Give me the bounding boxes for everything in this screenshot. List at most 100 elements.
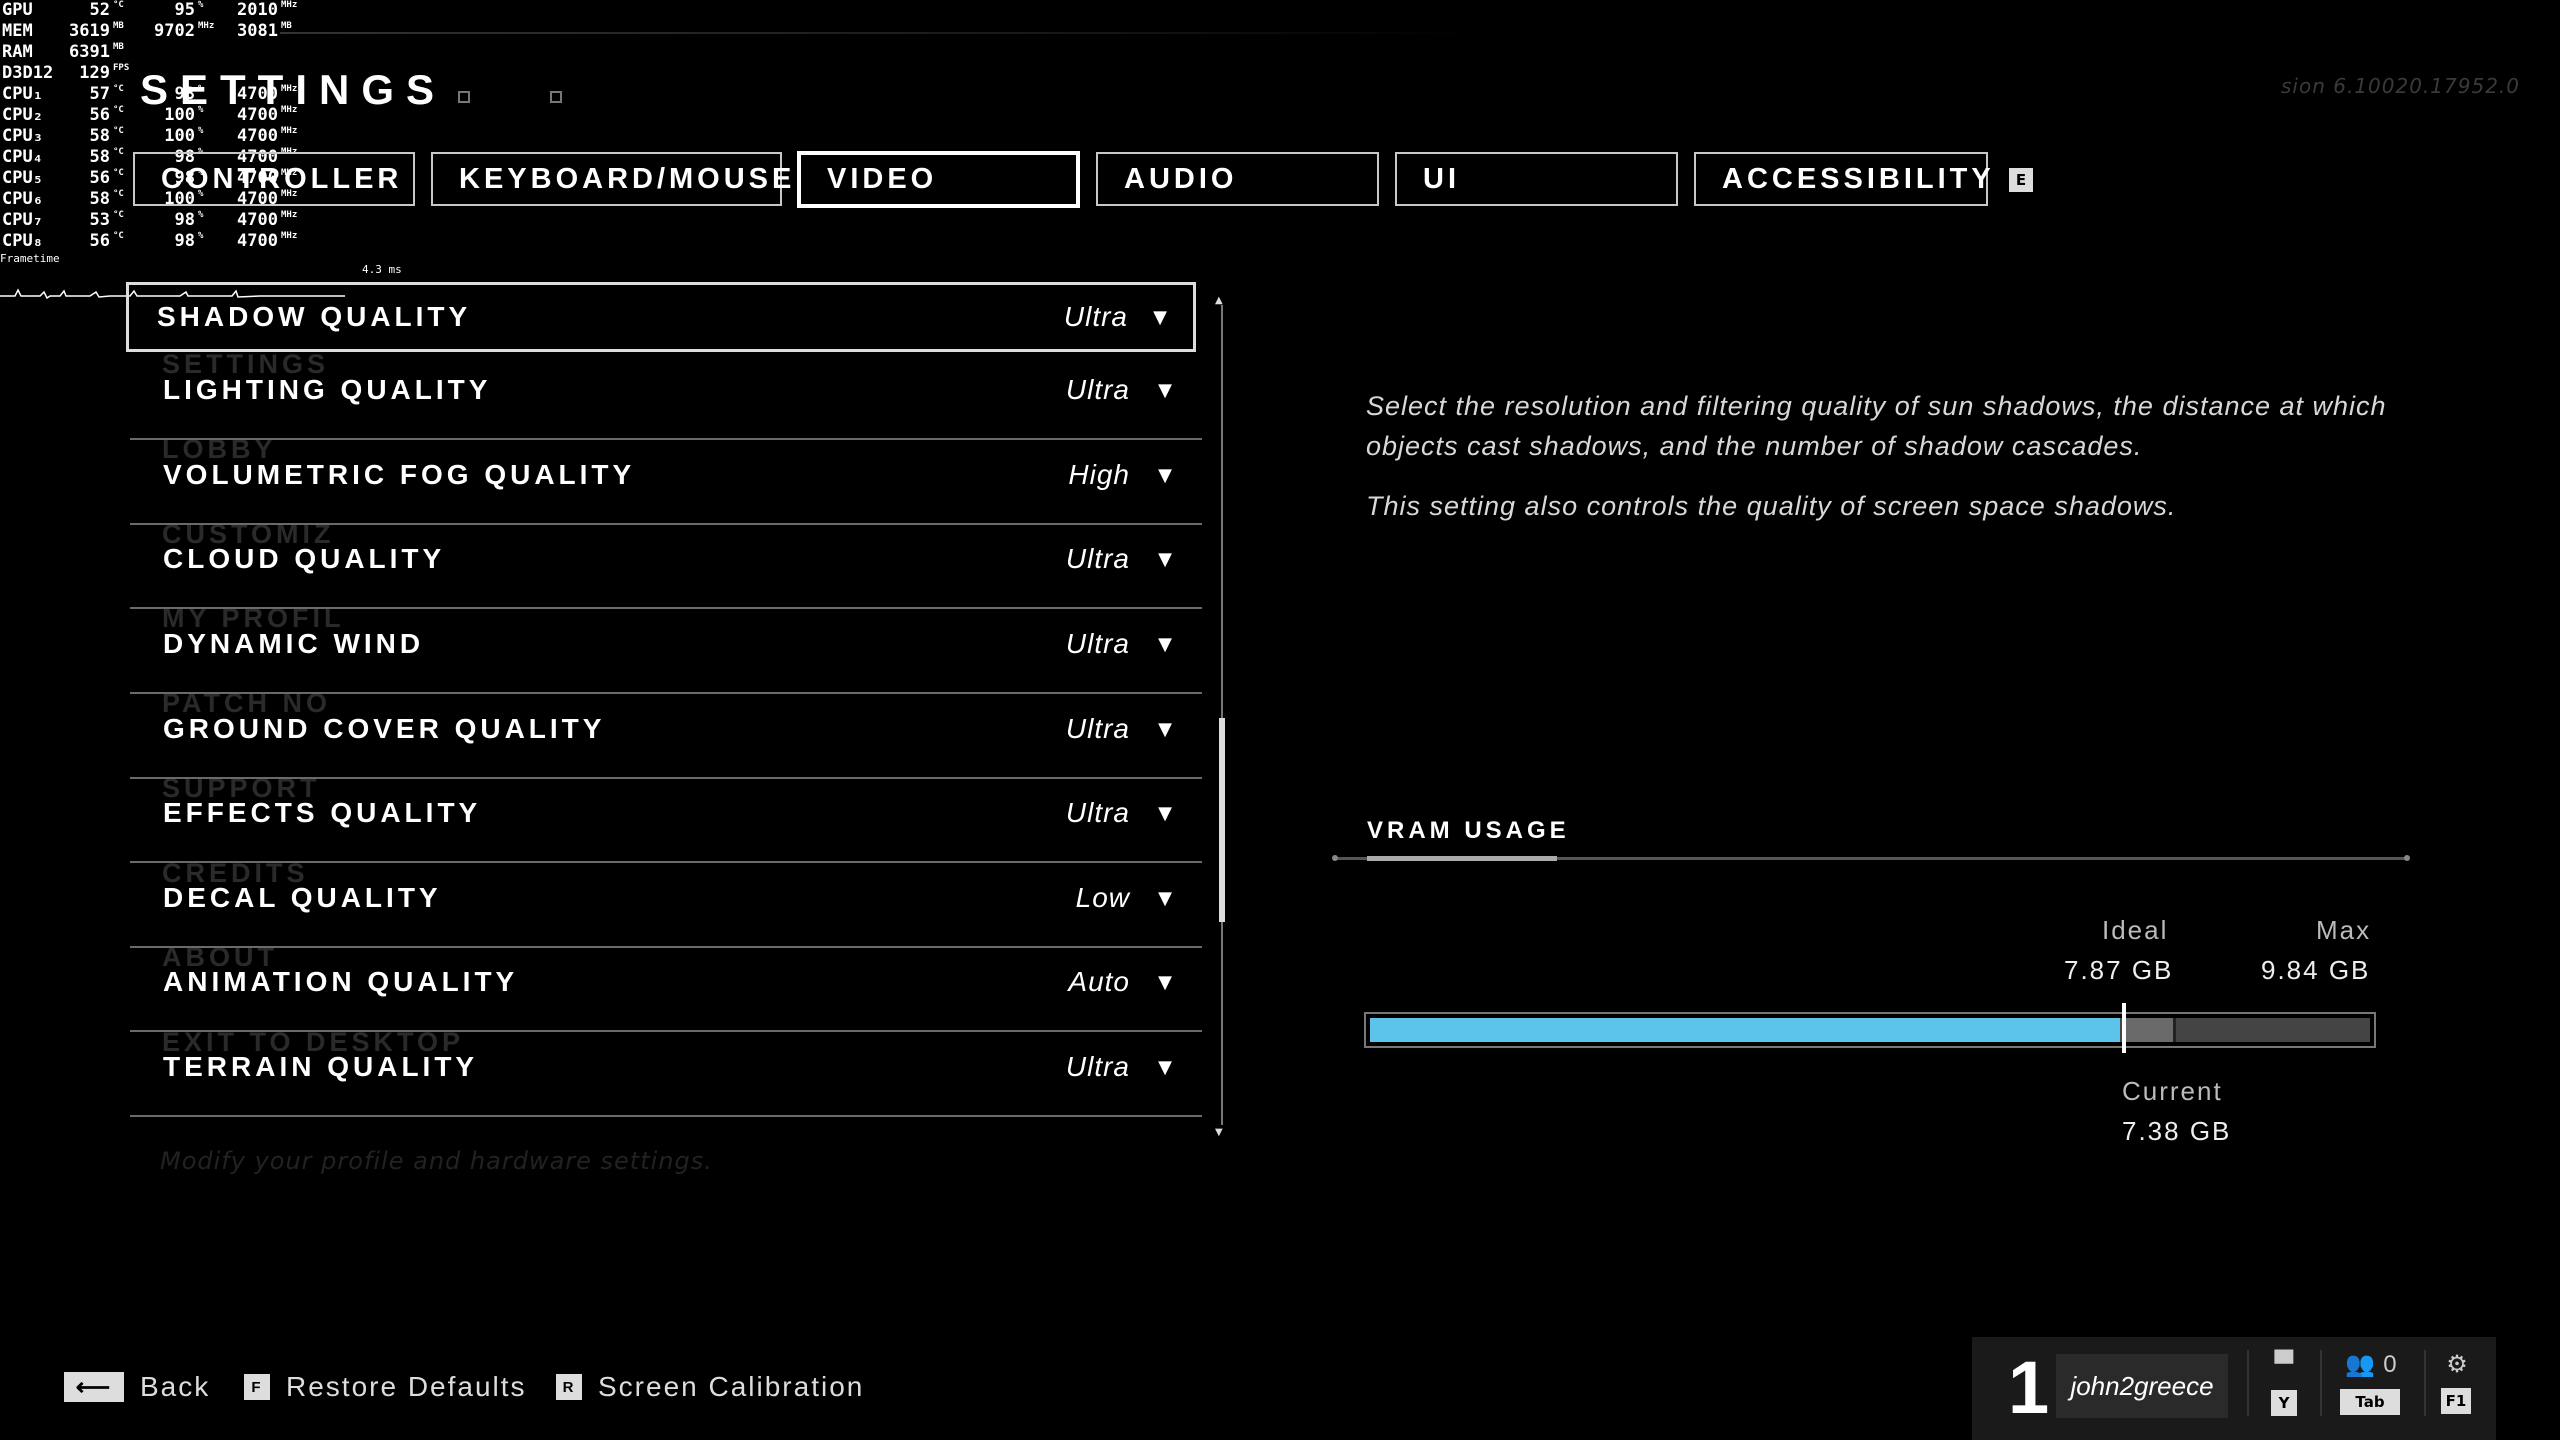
back-button[interactable]: ⟵ Back bbox=[64, 1371, 210, 1403]
chat-key: Y bbox=[2271, 1390, 2297, 1416]
restore-label: Restore Defaults bbox=[286, 1371, 527, 1402]
ghost-hint: Modify your profile and hardware setting… bbox=[160, 1147, 713, 1175]
setting-name: DECAL QUALITY bbox=[163, 882, 442, 913]
tab-keyboard-mouse[interactable]: KEYBOARD/MOUSE bbox=[431, 152, 791, 206]
description-paragraph: Select the resolution and filtering qual… bbox=[1366, 391, 2387, 461]
dropdown-caret-icon: ▼ bbox=[1158, 380, 1172, 401]
setting-value: Ultra bbox=[1063, 301, 1128, 332]
setting-value: Low bbox=[1075, 882, 1130, 913]
osd-row: MEM 3619 MB 9702 MHz 3081 MB bbox=[0, 21, 320, 42]
setting-value: Ultra bbox=[1065, 713, 1130, 744]
setting-value: Ultra bbox=[1065, 797, 1130, 828]
osd-v3: 4700 bbox=[237, 126, 278, 146]
divider bbox=[2320, 1350, 2322, 1416]
setting-ground-cover-quality[interactable]: GROUND COVER QUALITY Ultra ▼ bbox=[130, 695, 1202, 779]
back-label: Back bbox=[140, 1371, 211, 1402]
description-paragraph: This setting also controls the quality o… bbox=[1366, 491, 2177, 521]
settings-button[interactable]: ⚙ F1 bbox=[2441, 1350, 2473, 1414]
osd-u: MHz bbox=[281, 231, 298, 241]
calibration-key: R bbox=[556, 1374, 582, 1400]
top-rule bbox=[280, 32, 1480, 34]
setting-name: TERRAIN QUALITY bbox=[163, 1051, 479, 1082]
setting-cloud-quality[interactable]: CLOUD QUALITY Ultra ▼ bbox=[130, 525, 1202, 609]
setting-volumetric-fog-quality[interactable]: VOLUMETRIC FOG QUALITY High ▼ bbox=[130, 441, 1202, 525]
screen-calibration-button[interactable]: R Screen Calibration bbox=[556, 1371, 864, 1403]
vram-title: VRAM USAGE bbox=[1367, 817, 1570, 844]
next-tab-key[interactable]: E bbox=[2009, 168, 2033, 192]
setting-effects-quality[interactable]: EFFECTS QUALITY Ultra ▼ bbox=[130, 779, 1202, 863]
osd-v3: 4700 bbox=[237, 231, 278, 251]
gear-icon: ⚙ bbox=[2446, 1350, 2468, 1378]
tab-ui[interactable]: UI bbox=[1395, 152, 1678, 206]
vram-divider-accent bbox=[1367, 856, 1557, 861]
restore-key: F bbox=[244, 1374, 270, 1400]
tab-accessibility[interactable]: ACCESSIBILITY bbox=[1694, 152, 1991, 206]
setting-terrain-quality[interactable]: TERRAIN QUALITY Ultra ▼ bbox=[130, 1033, 1202, 1117]
setting-name: SHADOW QUALITY bbox=[157, 301, 472, 332]
setting-name: VOLUMETRIC FOG QUALITY bbox=[163, 459, 636, 490]
scrollbar-track[interactable] bbox=[1221, 305, 1223, 1125]
osd-row: RAM 6391 MB bbox=[0, 42, 320, 63]
setting-animation-quality[interactable]: ANIMATION QUALITY Auto ▼ bbox=[130, 948, 1202, 1032]
setting-shadow-quality[interactable]: SHADOW QUALITY Ultra ▼ bbox=[126, 282, 1196, 352]
setting-name: DYNAMIC WIND bbox=[163, 628, 425, 659]
vram-ideal-value: 7.87 GB bbox=[2064, 955, 2174, 985]
osd-u: MHz bbox=[281, 126, 298, 136]
osd-v1: 6391 bbox=[69, 42, 110, 62]
calibration-label: Screen Calibration bbox=[598, 1371, 865, 1402]
vram-bar-ideal-segment bbox=[2123, 1018, 2173, 1042]
dropdown-caret-icon: ▼ bbox=[1158, 465, 1172, 486]
dropdown-caret-icon: ▼ bbox=[1158, 719, 1172, 740]
performance-overlay: GPU 52 °C 95% 2010 MHz MEM 3619 MB 9702 MHz 3081 MB R… bbox=[0, 0, 320, 252]
setting-value: Ultra bbox=[1065, 543, 1130, 574]
tab-audio[interactable]: AUDIO bbox=[1096, 152, 1379, 206]
dropdown-caret-icon: ▼ bbox=[1153, 307, 1167, 328]
tab-video[interactable]: VIDEO bbox=[797, 151, 1080, 208]
divider bbox=[2247, 1350, 2249, 1416]
vram-bar-fill bbox=[1370, 1018, 2120, 1042]
setting-decal-quality[interactable]: DECAL QUALITY Low ▼ bbox=[130, 864, 1202, 948]
restore-defaults-button[interactable]: F Restore Defaults bbox=[244, 1371, 527, 1403]
osd-row: CPU₃ 58 °C 100% 4700 MHz bbox=[0, 126, 320, 147]
settings-key: F1 bbox=[2441, 1388, 2471, 1414]
osd-row: GPU 52 °C 95% 2010 MHz bbox=[0, 0, 320, 21]
setting-name: LIGHTING QUALITY bbox=[163, 374, 492, 405]
osd-u: MHz bbox=[281, 210, 298, 220]
player-number: 1 bbox=[2008, 1346, 2050, 1429]
dropdown-caret-icon: ▼ bbox=[1158, 888, 1172, 909]
scrollbar-thumb[interactable] bbox=[1219, 718, 1225, 922]
back-arrow-icon: ⟵ bbox=[64, 1372, 124, 1402]
setting-name: CLOUD QUALITY bbox=[163, 543, 446, 574]
osd-u: MHz bbox=[281, 0, 298, 10]
player-panel bbox=[1972, 1337, 2496, 1440]
setting-value: Auto bbox=[1068, 966, 1130, 997]
osd-u: MB bbox=[113, 42, 124, 52]
dropdown-caret-icon: ▼ bbox=[1158, 1057, 1172, 1078]
scroll-down-icon[interactable]: ▼ bbox=[1215, 1127, 1223, 1138]
tab-controller[interactable]: CONTROLLER bbox=[133, 152, 415, 206]
vram-ideal-label: Ideal bbox=[2102, 915, 2169, 945]
osd-v1: 129 bbox=[79, 63, 110, 83]
osd-row: CPU₈ 56 °C 98% 4700 MHz bbox=[0, 231, 320, 252]
setting-name: EFFECTS QUALITY bbox=[163, 797, 482, 828]
gamertag[interactable]: john2greece bbox=[2056, 1354, 2228, 1418]
party-count: 0 bbox=[2383, 1350, 2397, 1378]
chat-button[interactable]: ▀ Y bbox=[2268, 1350, 2300, 1416]
osd-u: FPS bbox=[113, 63, 130, 73]
vram-max-value: 9.84 GB bbox=[2261, 955, 2371, 985]
setting-dynamic-wind[interactable]: DYNAMIC WIND Ultra ▼ bbox=[130, 610, 1202, 694]
page-title: SETTINGS bbox=[140, 66, 447, 113]
setting-name: ANIMATION QUALITY bbox=[163, 966, 519, 997]
setting-lighting-quality[interactable]: LIGHTING QUALITY Ultra ▼ bbox=[130, 356, 1202, 440]
party-button[interactable]: 👥 0 Tab bbox=[2340, 1350, 2402, 1415]
vram-current-label: Current bbox=[2122, 1076, 2223, 1106]
divider bbox=[2424, 1350, 2426, 1416]
frametime-value: 4.3 ms bbox=[362, 263, 402, 276]
vram-current-value: 7.38 GB bbox=[2122, 1116, 2232, 1146]
setting-value: Ultra bbox=[1065, 1051, 1130, 1082]
dropdown-caret-icon: ▼ bbox=[1158, 549, 1172, 570]
setting-value: High bbox=[1068, 459, 1130, 490]
divider-end-dot bbox=[1332, 855, 1338, 861]
vram-max-label: Max bbox=[2316, 915, 2372, 945]
osd-v3: 3081 bbox=[237, 21, 278, 41]
